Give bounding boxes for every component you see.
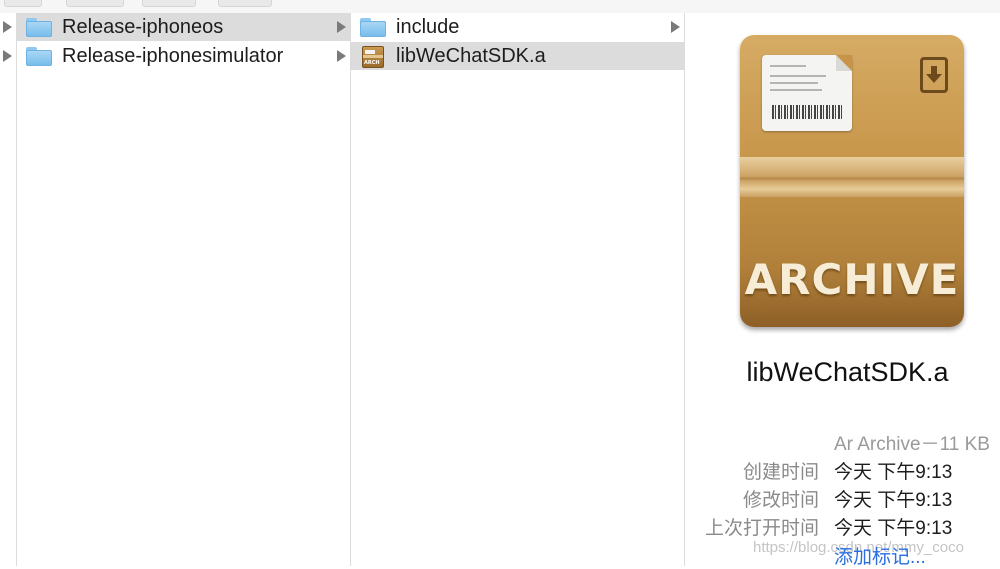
list-item-release-iphoneos[interactable]: Release-iphoneos [17, 13, 350, 41]
folder-icon [26, 18, 52, 37]
item-label: include [396, 16, 460, 38]
toolbar-button[interactable] [142, 0, 196, 7]
finder-column-1[interactable]: Release-iphoneos Release-iphonesimulator [17, 13, 351, 566]
info-label-created: 创建时间 [742, 462, 819, 483]
disclosure-arrow-icon [337, 50, 346, 62]
toolbar-button[interactable] [66, 0, 124, 7]
list-item-include[interactable]: include [351, 13, 684, 41]
download-arrow-icon [920, 57, 948, 93]
parent-row[interactable] [0, 42, 16, 70]
info-label-last-opened: 上次打开时间 [704, 518, 819, 539]
list-item-release-iphonesimulator[interactable]: Release-iphonesimulator [17, 42, 350, 70]
disclosure-arrow-icon [3, 21, 12, 33]
item-label: libWeChatSDK.a [396, 45, 546, 67]
item-label: Release-iphoneos [62, 16, 224, 38]
file-kind-size: Ar Archive－11 KB [834, 434, 990, 455]
folder-icon [360, 18, 386, 37]
archive-icon: ARCH [362, 46, 384, 68]
item-label: Release-iphonesimulator [62, 45, 284, 67]
disclosure-arrow-icon [3, 50, 12, 62]
info-value-created: 今天 下午9:13 [834, 462, 953, 483]
toolbar-button[interactable] [218, 0, 272, 7]
archive-icon-text: ARCHIVE [744, 255, 960, 304]
archive-icon: ARCHIVE [740, 35, 964, 327]
preview-pane: ARCHIVE libWeChatSDK.a Ar Archive－11 KB … [685, 13, 1000, 569]
list-item-libwechatsdk[interactable]: ARCH libWeChatSDK.a [351, 42, 684, 70]
info-value-modified: 今天 下午9:13 [834, 490, 953, 511]
barcode-icon [772, 105, 842, 119]
toolbar-edge [0, 0, 1000, 14]
add-tags-link[interactable]: 添加标记... [834, 542, 926, 569]
preview-file-name: libWeChatSDK.a [746, 357, 949, 387]
folder-icon [26, 47, 52, 66]
toolbar-button[interactable] [4, 0, 42, 7]
disclosure-arrow-icon [337, 21, 346, 33]
info-value-last-opened: 今天 下午9:13 [834, 518, 953, 539]
info-label-modified: 修改时间 [742, 490, 819, 511]
parent-row[interactable] [0, 13, 16, 41]
disclosure-arrow-icon [671, 21, 680, 33]
finder-column-2[interactable]: include ARCH libWeChatSDK.a [351, 13, 685, 566]
parent-column[interactable] [0, 13, 17, 566]
shipping-label-icon [762, 55, 852, 131]
